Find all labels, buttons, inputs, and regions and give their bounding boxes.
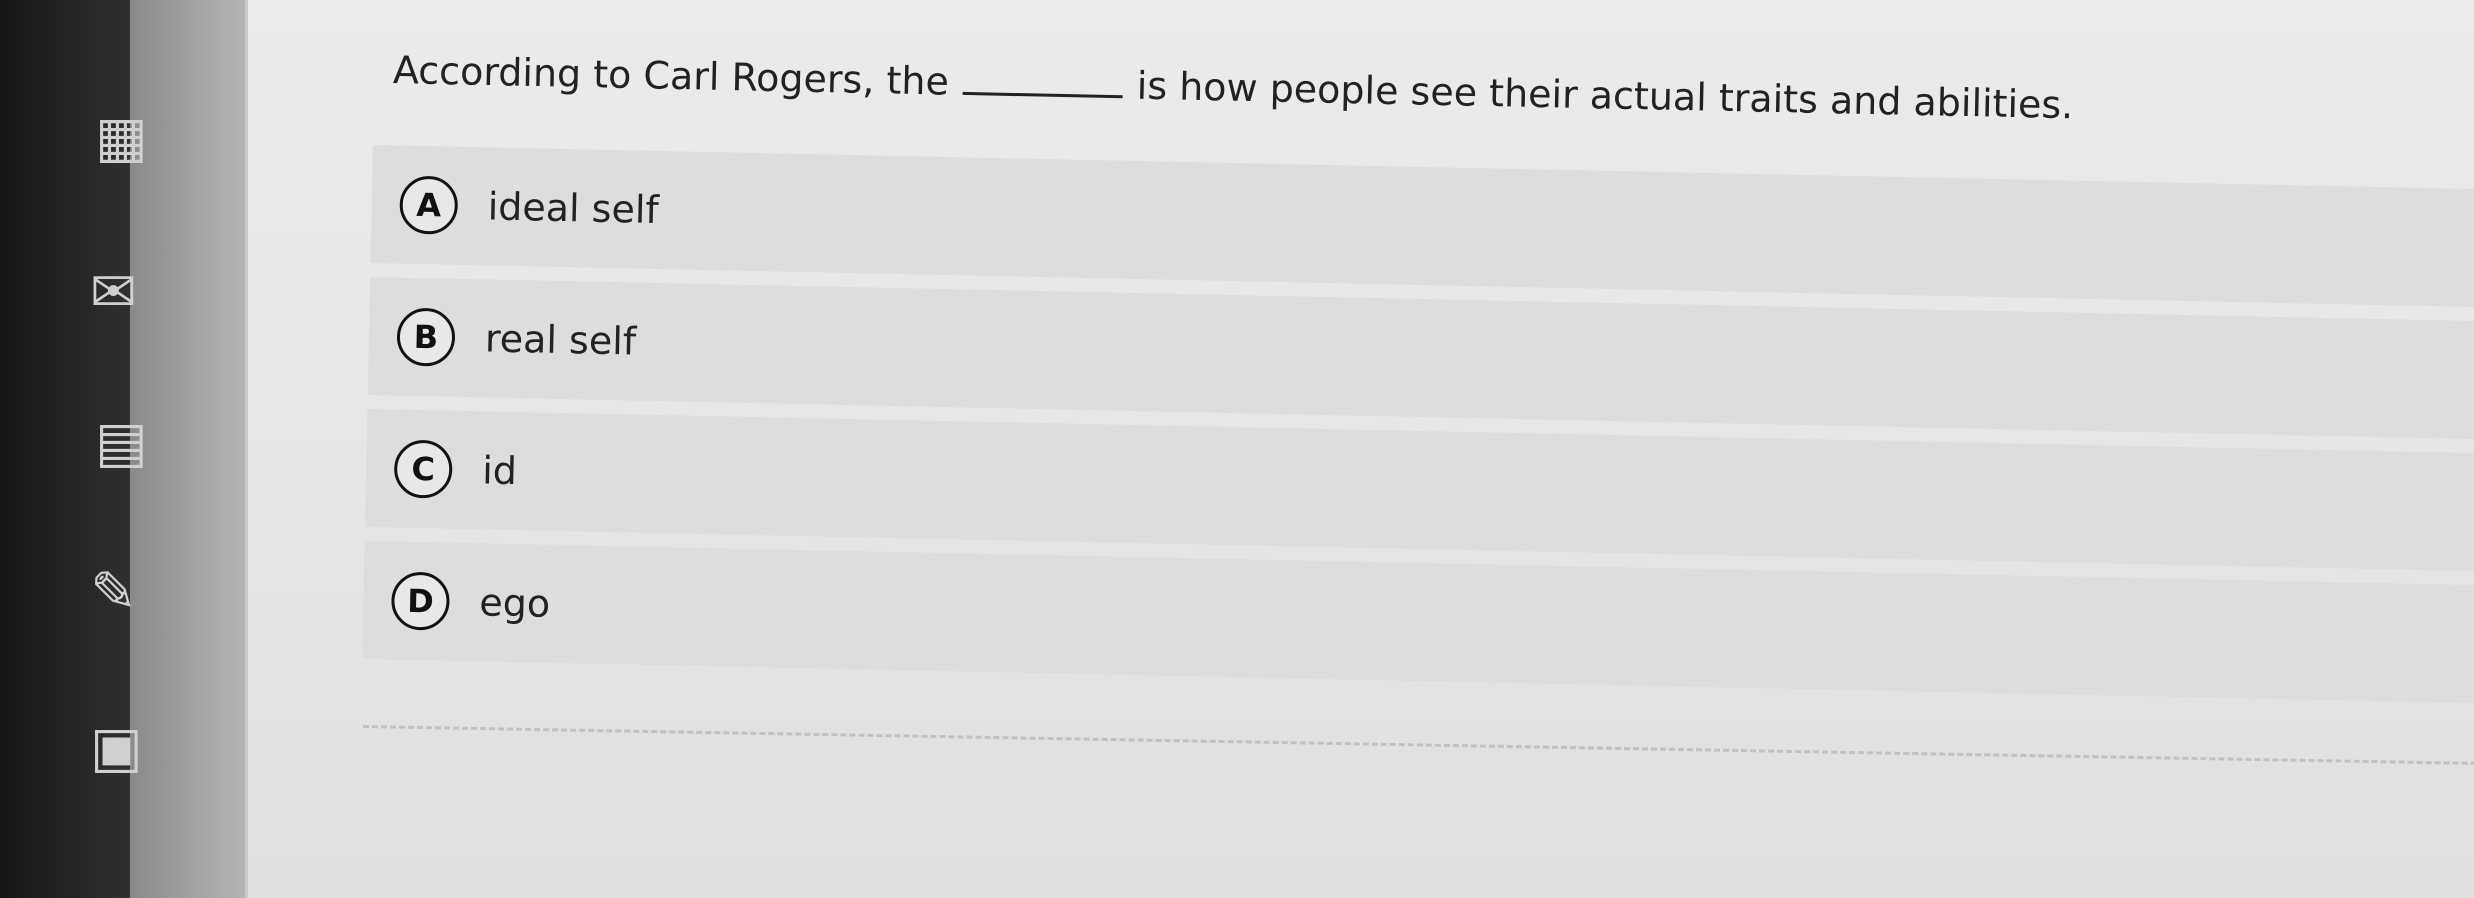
option-d[interactable]: D ego	[362, 540, 2474, 704]
section-divider	[362, 725, 2474, 766]
question-page: According to Carl Rogers, the is how peop…	[248, 0, 2474, 898]
option-a-letter: A	[399, 175, 459, 235]
option-d-letter: D	[390, 571, 451, 631]
option-b-text: real self	[484, 316, 637, 364]
calculator-icon[interactable]: ▦	[95, 110, 148, 166]
answer-options: A ideal self B real self C id D ego	[362, 145, 2474, 717]
sidebar-rail: ▦ ✉ ▤ ✎ ▣	[90, 0, 248, 898]
mail-icon[interactable]: ✉	[90, 265, 137, 321]
option-c-text: id	[481, 448, 518, 494]
question-after-blank: is how people see their actual traits an…	[1136, 63, 2074, 128]
question-before-blank: According to Carl Rogers, the	[392, 48, 950, 104]
answer-blank	[962, 91, 1123, 99]
option-c-letter: C	[393, 439, 453, 499]
notes-icon[interactable]: ▤	[95, 415, 148, 471]
option-b-letter: B	[396, 307, 456, 367]
question-text: According to Carl Rogers, the is how peop…	[393, 48, 2294, 132]
edit-icon[interactable]: ▣	[90, 720, 143, 776]
option-d-text: ego	[478, 580, 551, 626]
pen-icon[interactable]: ✎	[90, 565, 137, 621]
option-a-text: ideal self	[487, 184, 660, 232]
